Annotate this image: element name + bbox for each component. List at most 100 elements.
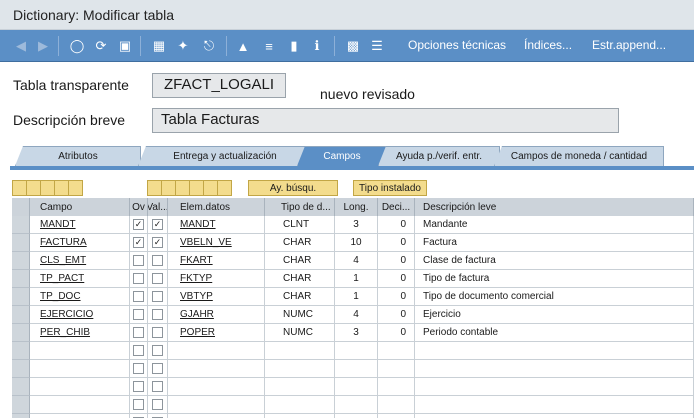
- row-selector[interactable]: [12, 378, 30, 396]
- description-field[interactable]: Tabla Facturas: [152, 108, 619, 133]
- cell-elem[interactable]: VBELN_VE: [168, 234, 265, 252]
- row-selector[interactable]: [12, 234, 30, 252]
- cell-ov[interactable]: [130, 306, 148, 324]
- cell-elem[interactable]: VBTYP: [168, 288, 265, 306]
- cell-tipo[interactable]: CHAR: [265, 234, 335, 252]
- cell-campo[interactable]: [30, 378, 130, 396]
- forward-arrow-icon[interactable]: ▶: [34, 37, 52, 55]
- checkbox[interactable]: [133, 399, 144, 410]
- checkbox[interactable]: [133, 381, 144, 392]
- cell-val[interactable]: ✓: [148, 234, 168, 252]
- cell-deci[interactable]: 0: [378, 288, 415, 306]
- cell-campo[interactable]: [30, 396, 130, 414]
- cell-deci[interactable]: [378, 342, 415, 360]
- row-action-button[interactable]: [161, 180, 176, 196]
- cell-tipo[interactable]: CHAR: [265, 252, 335, 270]
- tab-delivery[interactable]: Entrega y actualización: [138, 146, 312, 166]
- cell-campo[interactable]: MANDT: [30, 216, 130, 234]
- checkbox[interactable]: [152, 273, 163, 284]
- cell-long[interactable]: [335, 378, 378, 396]
- checkbox[interactable]: [133, 291, 144, 302]
- cell-ov[interactable]: [130, 252, 148, 270]
- header-elem[interactable]: Elem.datos: [168, 198, 265, 216]
- tab-attributes[interactable]: Atributos: [15, 146, 141, 166]
- checkbox[interactable]: [133, 309, 144, 320]
- cell-ov[interactable]: [130, 378, 148, 396]
- row-selector[interactable]: [12, 324, 30, 342]
- cell-desc[interactable]: [415, 342, 694, 360]
- barcode-icon[interactable]: ☰: [368, 37, 386, 55]
- cell-val[interactable]: [148, 270, 168, 288]
- cell-val[interactable]: ✓: [148, 216, 168, 234]
- row-selector[interactable]: [12, 288, 30, 306]
- cell-tipo[interactable]: [265, 342, 335, 360]
- checkbox[interactable]: ✓: [133, 219, 144, 230]
- cell-ov[interactable]: [130, 342, 148, 360]
- header-deci[interactable]: Deci...: [378, 198, 415, 216]
- cell-val[interactable]: [148, 306, 168, 324]
- cell-deci[interactable]: 0: [378, 270, 415, 288]
- cell-deci[interactable]: [378, 378, 415, 396]
- cell-ov[interactable]: [130, 360, 148, 378]
- cell-ov[interactable]: [130, 396, 148, 414]
- cell-desc[interactable]: Mandante: [415, 216, 694, 234]
- checkbox[interactable]: ✓: [133, 237, 144, 248]
- cell-tipo[interactable]: CHAR: [265, 270, 335, 288]
- cell-tipo[interactable]: CLNT: [265, 216, 335, 234]
- cell-desc[interactable]: Clase de factura: [415, 252, 694, 270]
- cell-ov[interactable]: ✓: [130, 234, 148, 252]
- cell-desc[interactable]: Tipo de documento comercial: [415, 288, 694, 306]
- row-selector[interactable]: [12, 270, 30, 288]
- cell-campo[interactable]: [30, 360, 130, 378]
- cell-desc[interactable]: [415, 378, 694, 396]
- cell-desc[interactable]: [415, 396, 694, 414]
- blank-icon[interactable]: ▮: [285, 37, 303, 55]
- checkbox[interactable]: [133, 363, 144, 374]
- align-icon[interactable]: ≡: [260, 37, 278, 55]
- row-selector[interactable]: [12, 360, 30, 378]
- wand-icon[interactable]: ✦: [174, 37, 192, 55]
- checkbox[interactable]: [133, 345, 144, 356]
- cell-elem[interactable]: [168, 360, 265, 378]
- cell-long[interactable]: [335, 414, 378, 418]
- lock-icon[interactable]: ▣: [116, 37, 134, 55]
- tab-input-help[interactable]: Ayuda p./verif. entr.: [378, 146, 500, 166]
- technical-options-button[interactable]: Opciones técnicas: [408, 38, 506, 52]
- built-in-type-button[interactable]: Tipo instalado: [353, 180, 427, 196]
- cell-elem[interactable]: MANDT: [168, 216, 265, 234]
- info-icon[interactable]: ℹ: [308, 37, 326, 55]
- tab-currency-quantity[interactable]: Campos de moneda / cantidad: [494, 146, 664, 166]
- cell-long[interactable]: [335, 342, 378, 360]
- cell-val[interactable]: [148, 342, 168, 360]
- hierarchy-icon[interactable]: ⎋: [200, 37, 218, 55]
- cell-tipo[interactable]: [265, 378, 335, 396]
- cell-long[interactable]: 1: [335, 270, 378, 288]
- row-action-button[interactable]: [203, 180, 218, 196]
- row-action-button[interactable]: [147, 180, 162, 196]
- header-val[interactable]: Val...: [148, 198, 168, 216]
- color-blocks-icon[interactable]: ▩: [344, 37, 362, 55]
- checkbox[interactable]: ✓: [152, 219, 163, 230]
- checkbox[interactable]: [152, 345, 163, 356]
- cell-deci[interactable]: 0: [378, 234, 415, 252]
- refresh-icon[interactable]: ⟳: [92, 37, 110, 55]
- cell-long[interactable]: [335, 396, 378, 414]
- row-action-button[interactable]: [217, 180, 232, 196]
- checkbox[interactable]: [133, 327, 144, 338]
- cell-campo[interactable]: PER_CHIB: [30, 324, 130, 342]
- cell-elem[interactable]: POPER: [168, 324, 265, 342]
- tab-fields[interactable]: Campos: [297, 146, 387, 166]
- search-help-button[interactable]: Ay. búsqu.: [248, 180, 338, 196]
- cell-campo[interactable]: FACTURA: [30, 234, 130, 252]
- cell-deci[interactable]: [378, 360, 415, 378]
- indexes-button[interactable]: Índices...: [524, 38, 572, 52]
- header-ov[interactable]: Ov: [130, 198, 148, 216]
- cell-elem[interactable]: FKTYP: [168, 270, 265, 288]
- row-selector[interactable]: [12, 342, 30, 360]
- cell-campo[interactable]: [30, 414, 130, 418]
- row-action-button[interactable]: [68, 180, 83, 196]
- checkbox[interactable]: [152, 327, 163, 338]
- glasses-icon[interactable]: ◯: [68, 37, 86, 55]
- object-icon[interactable]: ▦: [150, 37, 168, 55]
- cell-ov[interactable]: [130, 270, 148, 288]
